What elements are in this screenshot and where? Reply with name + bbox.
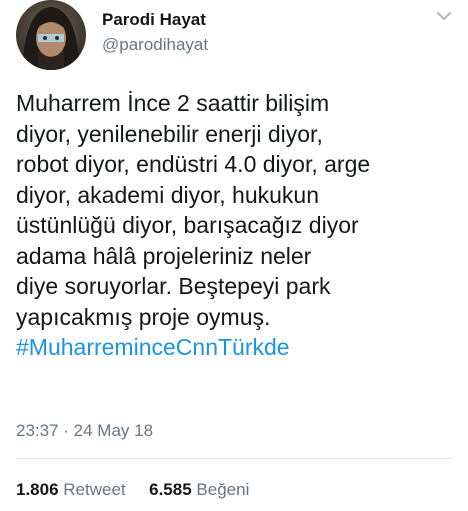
retweet-stat[interactable]: 1.806 Retweet bbox=[16, 480, 130, 499]
profile-photo-icon bbox=[16, 0, 86, 70]
like-count: 6.585 bbox=[149, 480, 192, 499]
divider bbox=[16, 458, 452, 459]
tweet-line: adama hâlâ projeleriniz neler bbox=[16, 242, 312, 269]
display-name[interactable]: Parodi Hayat bbox=[102, 10, 206, 30]
tweet-text: Muharrem İnce 2 saattir bilişim diyor, y… bbox=[16, 88, 456, 363]
tweet-card: Parodi Hayat @parodihayat Muharrem İnce … bbox=[0, 0, 468, 511]
tweet-line: diyor, akademi diyor, hukukun bbox=[16, 181, 320, 208]
like-label: Beğeni bbox=[196, 480, 250, 499]
retweet-count: 1.806 bbox=[16, 480, 59, 499]
tweet-line: robot diyor, endüstri 4.0 diyor, arge bbox=[16, 151, 371, 177]
tweet-stats: 1.806 Retweet 6.585 Beğeni bbox=[16, 480, 249, 500]
tweet-line: Muharrem İnce 2 saattir bilişim bbox=[16, 90, 330, 116]
tweet-line: yapıcakmış proje oymuş. bbox=[16, 303, 271, 330]
tweet-line: diyor, yenilenebilir enerji diyor, bbox=[16, 120, 323, 147]
hashtag-link[interactable]: #MuharreminceCnnTürkde bbox=[16, 332, 456, 363]
tweet-timestamp[interactable]: 23:37 · 24 May 18 bbox=[16, 421, 153, 441]
chevron-down-icon[interactable] bbox=[434, 8, 454, 24]
tweet-line: üstünlüğü diyor, barışacağız diyor bbox=[16, 212, 359, 238]
retweet-label: Retweet bbox=[63, 480, 126, 499]
user-handle[interactable]: @parodihayat bbox=[102, 35, 208, 55]
like-stat[interactable]: 6.585 Beğeni bbox=[149, 480, 249, 499]
tweet-line: diye soruyorlar. Beştepeyi park bbox=[16, 273, 331, 299]
avatar[interactable] bbox=[16, 0, 86, 70]
